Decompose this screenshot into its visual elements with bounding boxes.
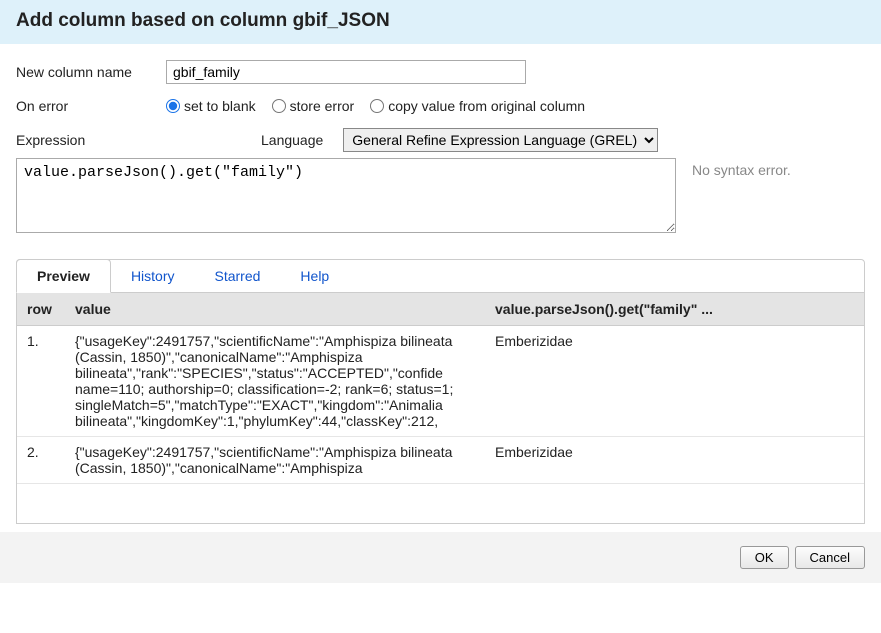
error-blank-radio[interactable] [166,99,180,113]
row-value: {"usageKey":2491757,"scientificName":"Am… [65,437,485,484]
tab-starred[interactable]: Starred [195,260,281,292]
new-column-input[interactable] [166,60,526,84]
header-row: row [17,293,65,326]
row-result: Emberizidae [485,326,864,437]
table-row: 2. {"usageKey":2491757,"scientificName":… [17,437,864,484]
cancel-button[interactable]: Cancel [795,546,865,569]
syntax-status: No syntax error. [692,158,791,178]
tab-history[interactable]: History [111,260,195,292]
ok-button[interactable]: OK [740,546,789,569]
row-value: {"usageKey":2491757,"scientificName":"Am… [65,326,485,437]
error-blank-label[interactable]: set to blank [184,98,256,114]
header-result: value.parseJson().get("family" ... [485,293,864,326]
tab-preview[interactable]: Preview [16,259,111,293]
row-number: 1. [17,326,65,437]
error-store-radio[interactable] [272,99,286,113]
expression-textarea[interactable]: value.parseJson().get("family") [16,158,676,233]
header-value: value [65,293,485,326]
row-result: Emberizidae [485,437,864,484]
table-row: 1. {"usageKey":2491757,"scientificName":… [17,326,864,437]
language-label: Language [261,132,323,148]
tab-help[interactable]: Help [280,260,349,292]
tab-bar: Preview History Starred Help [17,260,864,293]
expression-label: Expression [16,132,166,148]
new-column-label: New column name [16,64,166,80]
error-copy-label[interactable]: copy value from original column [388,98,585,114]
preview-table: row value value.parseJson().get("family"… [17,293,864,484]
error-store-label[interactable]: store error [290,98,355,114]
language-select[interactable]: General Refine Expression Language (GREL… [343,128,658,152]
on-error-label: On error [16,98,166,114]
preview-panel[interactable]: row value value.parseJson().get("family"… [17,293,864,523]
error-copy-radio[interactable] [370,99,384,113]
dialog-title: Add column based on column gbif_JSON [16,10,865,32]
row-number: 2. [17,437,65,484]
